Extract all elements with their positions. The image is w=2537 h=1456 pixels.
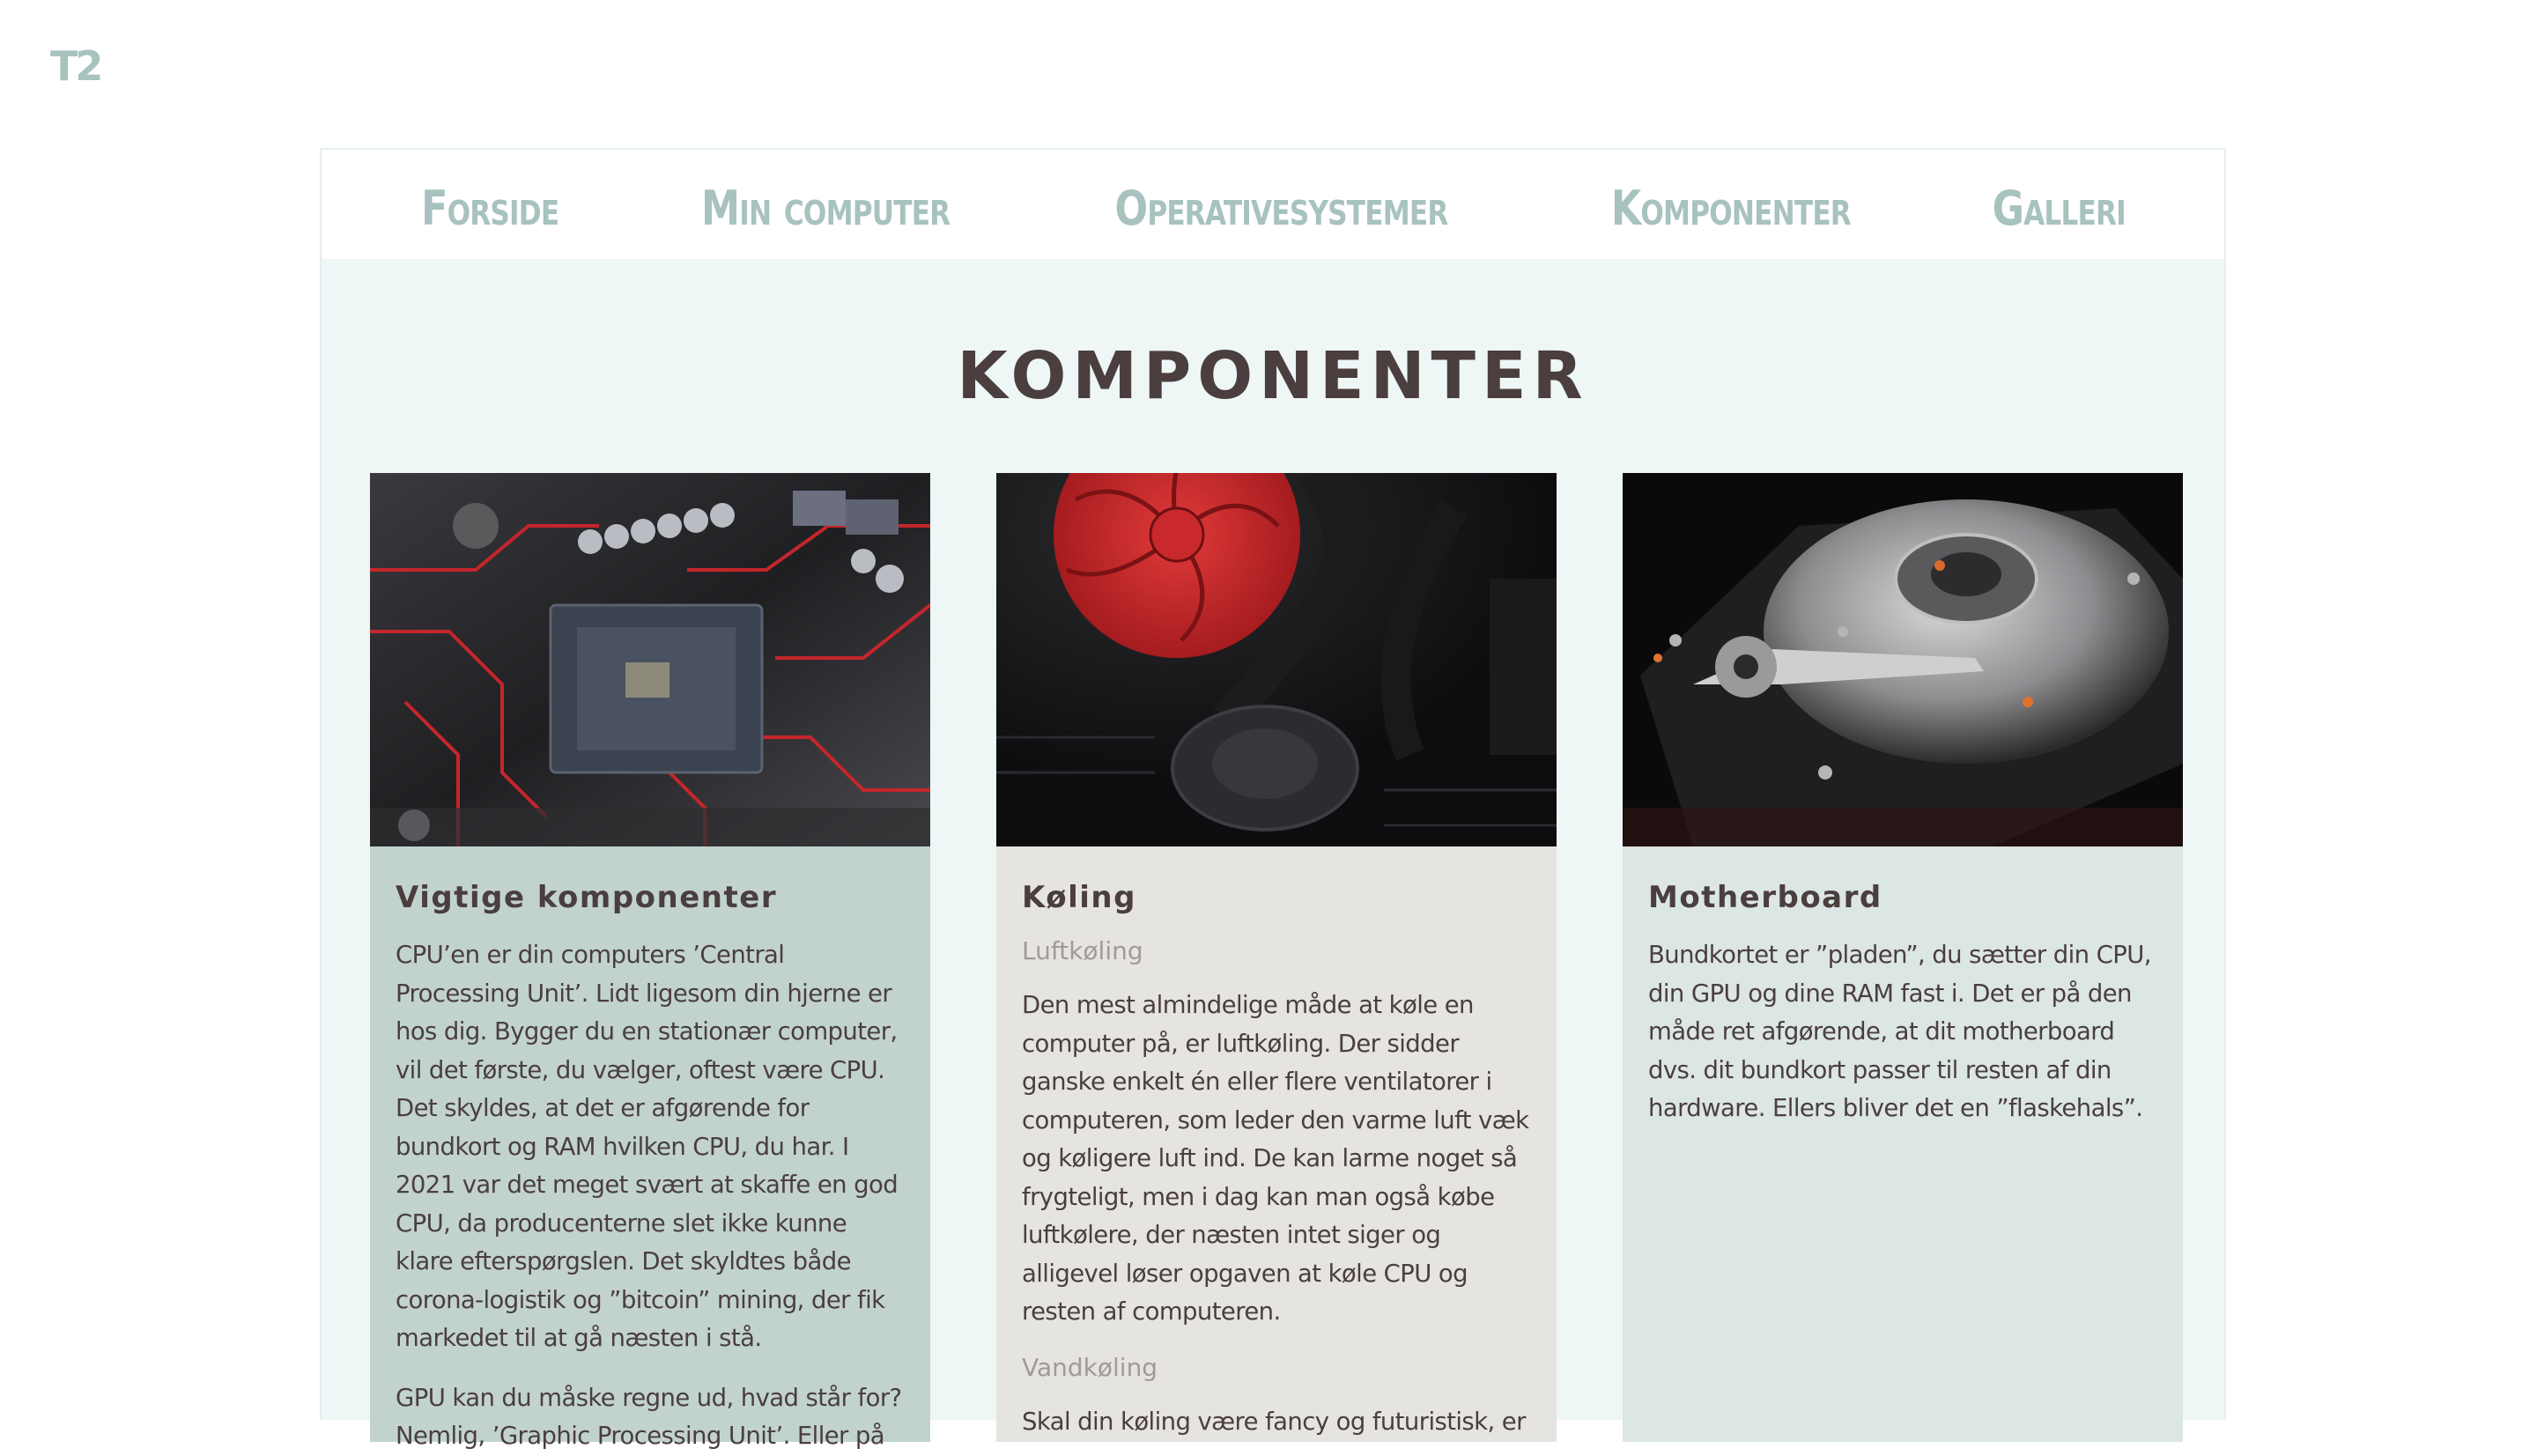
card-subheading: Luftkøling: [1022, 936, 1143, 965]
main-nav: Forside Min computer Operativesystemer K…: [322, 150, 2224, 259]
motherboard-image: [370, 473, 930, 846]
card-body: Vigtige komponenter CPU’en er din comput…: [370, 846, 930, 1450]
card-title: Motherboard: [1648, 880, 1882, 915]
card-vigtige-komponenter: Vigtige komponenter CPU’en er din comput…: [370, 473, 930, 1450]
card-paragraph: GPU kan du måske regne ud, hvad står for…: [396, 1383, 902, 1451]
content-wrapper: Forside Min computer Operativesystemer K…: [320, 148, 2226, 1450]
card-body: Køling Luftkøling Den mest almindelige m…: [996, 846, 1557, 1442]
page-title: KOMPONENTER: [957, 338, 1589, 414]
card-paragraph: Den mest almindelige måde at køle en com…: [1022, 991, 1529, 1326]
card-grid: Vigtige komponenter CPU’en er din comput…: [370, 473, 2183, 1450]
hard-drive-image: [1623, 473, 2183, 846]
card-title: Køling: [1022, 880, 1136, 915]
card-motherboard: Motherboard Bundkortet er ”pladen”, du s…: [1623, 473, 2183, 1442]
cpu-fan-image: [996, 473, 1557, 846]
nav-item-galleri[interactable]: Galleri: [1992, 181, 2126, 236]
card-subheading: Vandkøling: [1022, 1352, 1158, 1382]
nav-item-operativesystemer[interactable]: Operativesystemer: [1114, 181, 1448, 236]
card-title: Vigtige komponenter: [396, 880, 778, 915]
card-paragraph: Bundkortet er ”pladen”, du sætter din CP…: [1648, 941, 2151, 1122]
nav-item-min-computer[interactable]: Min computer: [701, 181, 950, 236]
card-paragraph: CPU’en er din computers ’Central Process…: [396, 941, 899, 1352]
card-koling: Køling Luftkøling Den mest almindelige m…: [996, 473, 1557, 1442]
card-body: Motherboard Bundkortet er ”pladen”, du s…: [1623, 846, 2183, 1442]
site-logo[interactable]: T2: [50, 42, 103, 90]
card-paragraph: Skal din køling være fancy og futuristis…: [1022, 1407, 1526, 1436]
nav-item-forside[interactable]: Forside: [421, 181, 559, 236]
nav-item-komponenter[interactable]: Komponenter: [1611, 181, 1852, 236]
